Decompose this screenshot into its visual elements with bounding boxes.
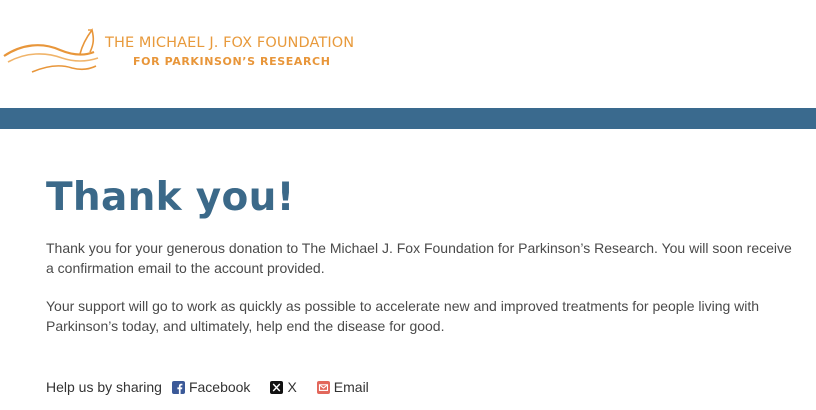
share-email-link[interactable]: Email [316, 379, 369, 395]
facebook-icon [171, 380, 185, 394]
support-impact-text: Your support will go to work as quickly … [46, 298, 760, 334]
share-x-label: X [287, 379, 297, 395]
foundation-logo[interactable]: THE MICHAEL J. FOX FOUNDATION FOR PARKIN… [2, 26, 354, 76]
header-divider-bar [0, 108, 816, 129]
share-facebook-label: Facebook [188, 379, 251, 395]
share-bar: Help us by sharing Facebook X Email [46, 377, 369, 397]
share-label: Help us by sharing [46, 379, 162, 395]
fox-swoosh-logo-icon [3, 28, 99, 73]
share-x-link[interactable]: X [270, 379, 297, 395]
donation-thanks-text: Thank you for your generous donation to … [46, 240, 792, 276]
share-facebook-link[interactable]: Facebook [171, 379, 251, 395]
share-email-label: Email [333, 379, 369, 395]
logo-title: THE MICHAEL J. FOX FOUNDATION [105, 35, 355, 51]
site-header: THE MICHAEL J. FOX FOUNDATION FOR PARKIN… [0, 0, 816, 108]
x-icon [270, 380, 284, 394]
email-icon [316, 380, 330, 394]
page-title: Thank you! [46, 175, 295, 220]
logo-subtitle: FOR PARKINSON’S RESEARCH [133, 55, 331, 68]
